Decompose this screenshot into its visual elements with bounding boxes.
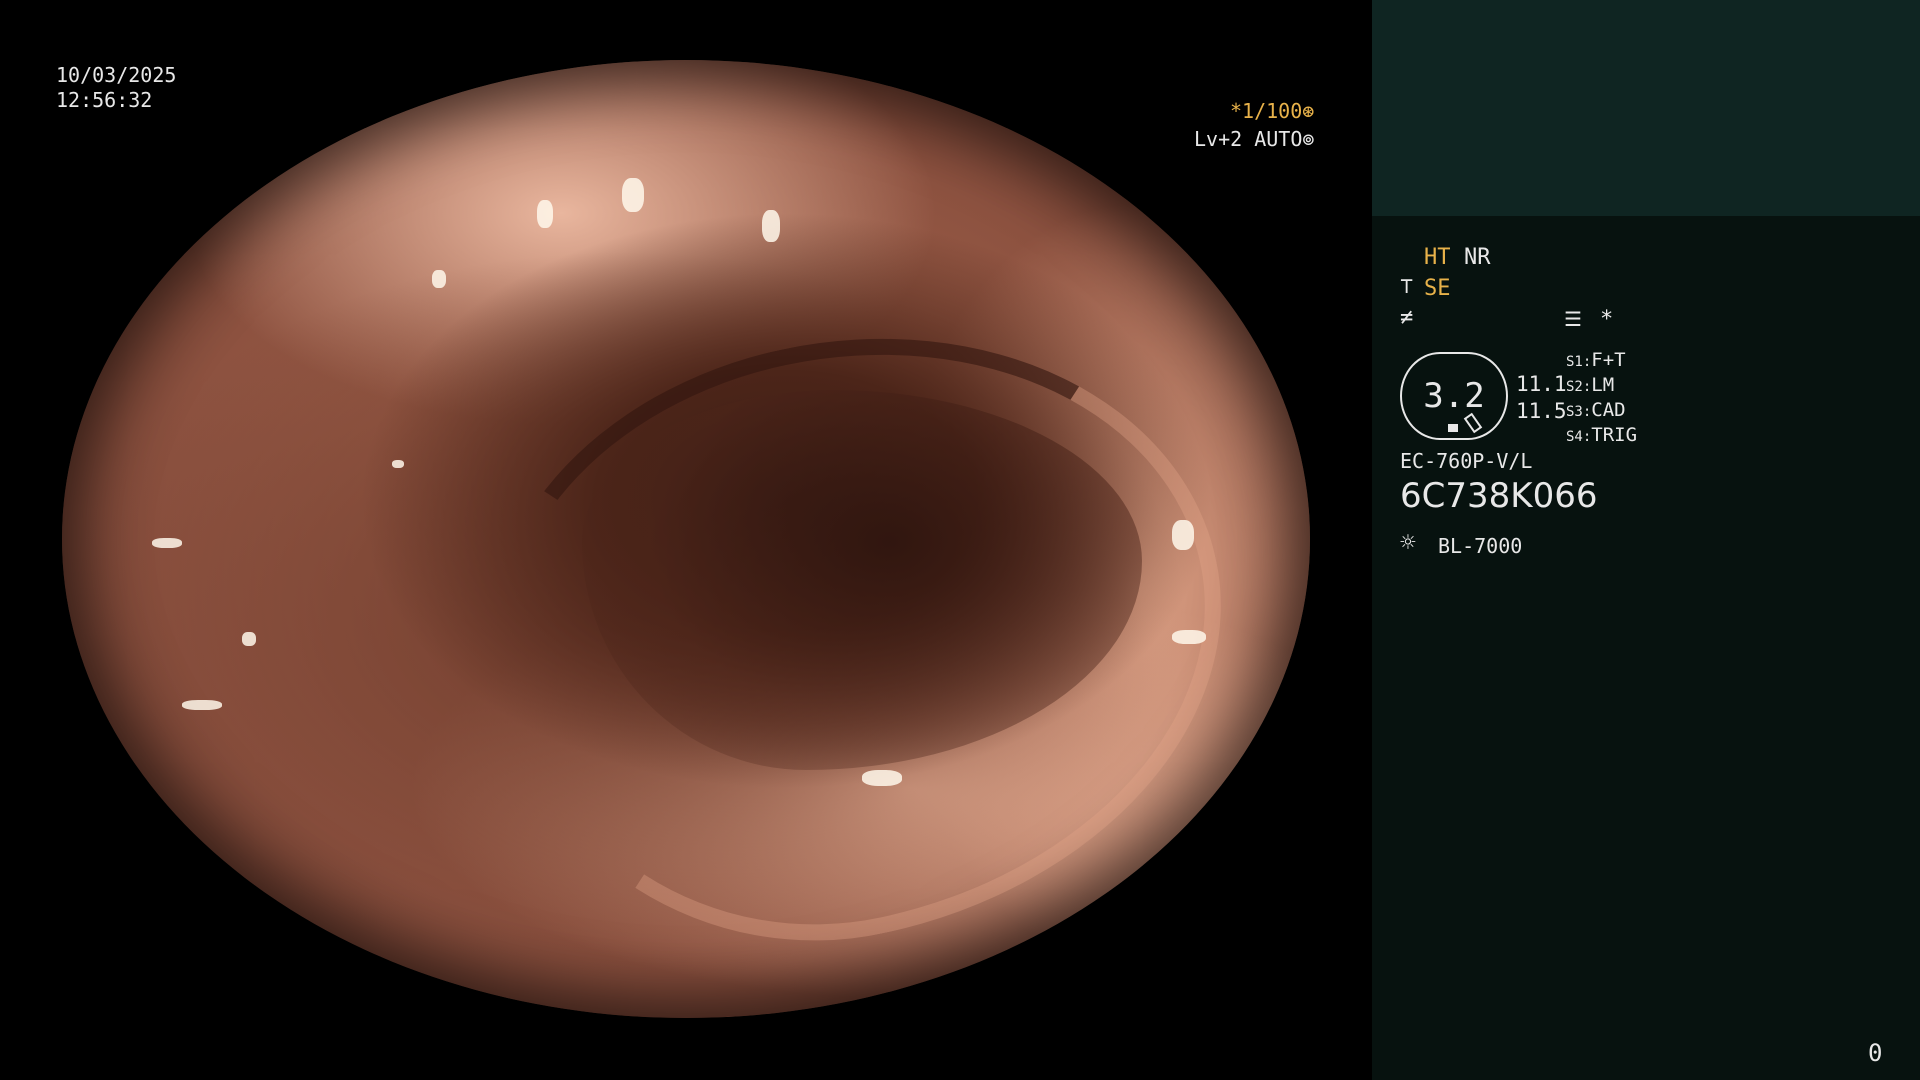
specular-highlight <box>392 460 404 468</box>
scope-serial: 6C738K066 <box>1400 476 1598 516</box>
scope-model: EC-760P-V/L <box>1400 449 1533 473</box>
light-source: BL-7000 <box>1438 534 1523 558</box>
ht-indicator: HT <box>1424 245 1451 270</box>
shutter-readout: *1/100⊛ <box>1230 99 1314 123</box>
switch-value: CAD <box>1591 399 1626 421</box>
level-value: Lv+2 AUTO <box>1194 127 1303 151</box>
structure-enhance-icon: ⊤ <box>1400 274 1414 299</box>
specular-highlight <box>762 210 780 242</box>
panel-header-area <box>1372 0 1920 216</box>
sun-icon: ☼ <box>1400 528 1416 558</box>
time-readout: 12:56:32 <box>56 88 153 112</box>
star-indicator: * <box>1600 307 1614 332</box>
switch-label: S1: <box>1566 354 1592 370</box>
switch-value: TRIG <box>1591 424 1638 446</box>
specular-highlight <box>242 632 256 646</box>
value-readout-1: 11.1 <box>1516 372 1567 396</box>
specular-highlight <box>182 700 222 710</box>
zoom-badge: 3.2 <box>1400 352 1508 440</box>
endoscope-video-area: 10/03/2025 12:56:32 *1/100⊛ Lv+2 AUTO⊚ <box>0 0 1372 1080</box>
date-readout: 10/03/2025 <box>56 63 177 87</box>
frame-mask-top <box>0 0 1372 60</box>
switch-value: LM <box>1591 374 1615 396</box>
switch-s4: S4:TRIG <box>1566 424 1637 448</box>
memo-icon: ☰ <box>1564 307 1582 331</box>
level-readout: Lv+2 AUTO⊚ <box>1194 127 1314 151</box>
specular-highlight <box>1172 630 1206 644</box>
specular-highlight <box>862 770 902 786</box>
specular-highlight <box>622 178 644 212</box>
zoom-value: 3.2 <box>1423 376 1485 416</box>
switch-label: S2: <box>1566 379 1592 395</box>
switch-s3: S3:CAD <box>1566 399 1626 423</box>
shutter-value: *1/100 <box>1230 99 1303 123</box>
info-panel: HT NR ⊤ SE ≠ ☰ * 3.2 11.1 11.5 S1:F+T S2… <box>1372 0 1920 1080</box>
switch-label: S4: <box>1566 429 1592 445</box>
switch-s1: S1:F+T <box>1566 349 1626 373</box>
switch-s2: S2:LM <box>1566 374 1614 398</box>
specular-highlight <box>432 270 446 288</box>
value-readout-2: 11.5 <box>1516 399 1567 423</box>
specular-highlight <box>152 538 182 548</box>
corner-counter: 0 <box>1868 1039 1883 1067</box>
iris-icon: ⊚ <box>1302 127 1315 151</box>
badge-marker <box>1448 424 1458 432</box>
switch-value: F+T <box>1591 349 1626 371</box>
switch-label: S3: <box>1566 404 1592 420</box>
se-indicator: SE <box>1424 276 1451 301</box>
aperture-icon: ⊛ <box>1302 99 1315 123</box>
mucosal-fold <box>438 270 1278 1002</box>
specular-highlight <box>1172 520 1194 550</box>
nr-indicator: NR <box>1464 245 1491 270</box>
endoscopic-image <box>62 60 1310 1018</box>
color-mode-icon: ≠ <box>1400 305 1414 330</box>
frame-mask-bottom <box>0 1018 1372 1080</box>
specular-highlight <box>537 200 553 228</box>
